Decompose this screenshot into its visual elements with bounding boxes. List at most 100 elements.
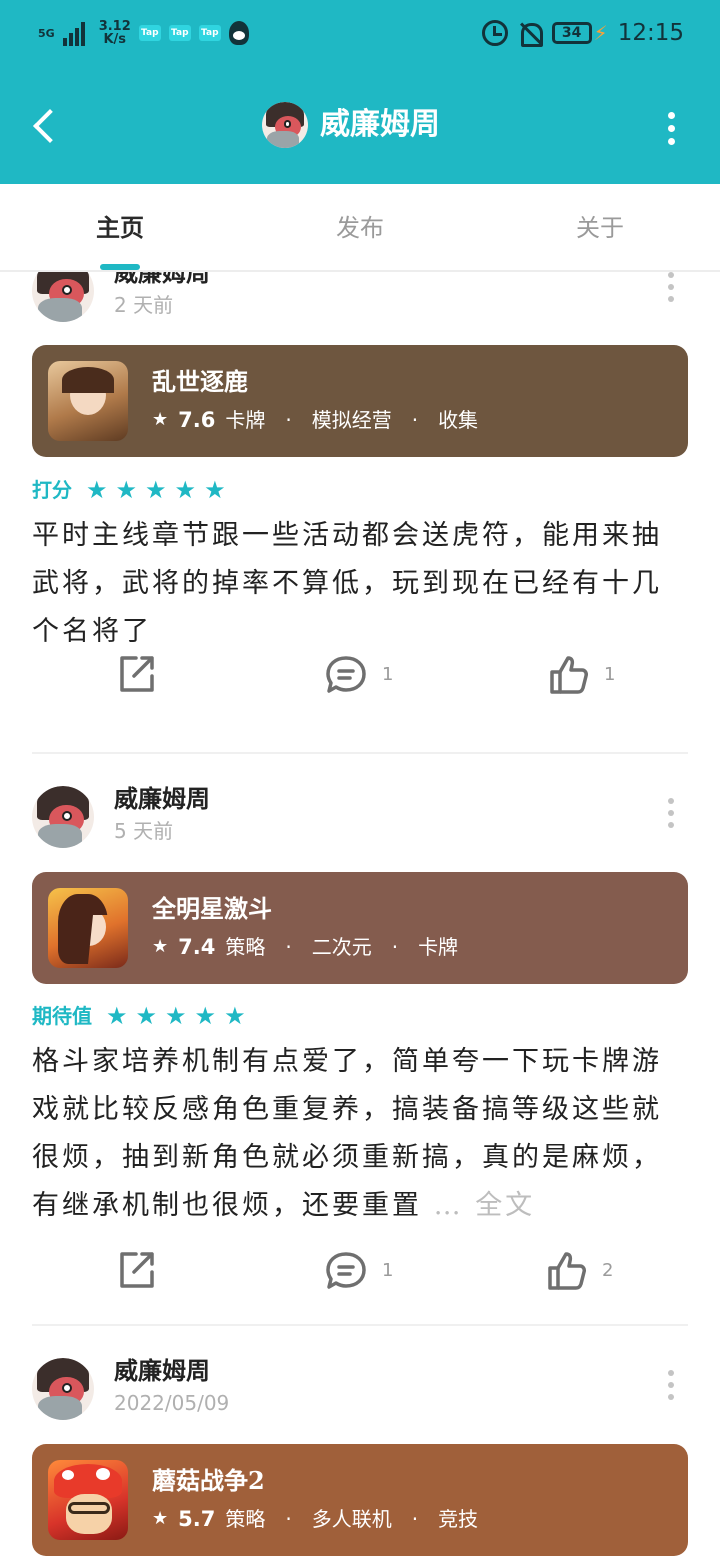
- author-name[interactable]: 威廉姆周: [114, 782, 210, 816]
- tap-notification-icon: Tap: [168, 25, 191, 41]
- charging-icon: ⚡: [593, 21, 608, 45]
- star-icon: ★: [152, 1508, 169, 1529]
- tab-posts[interactable]: 发布: [300, 210, 420, 246]
- review-post: 威廉姆周 5 天前 全明星激斗 ★ 7.4 策略 · 二次元 · 卡牌 期待值 …: [32, 776, 688, 1336]
- more-vertical-icon[interactable]: [666, 272, 676, 306]
- review-post: 威廉姆周 2 天前 乱世逐鹿 ★ 7.6 卡牌 · 模拟经营 · 收集 打分 ★: [32, 272, 688, 754]
- avatar[interactable]: [32, 786, 94, 848]
- game-tag: 卡牌: [225, 408, 266, 432]
- star-icon: ★: [145, 476, 167, 504]
- comment-count: 1: [382, 664, 394, 685]
- tag-separator: ·: [391, 935, 399, 959]
- game-tag: 策略: [225, 1507, 266, 1531]
- review-text[interactable]: 平时主线章节跟一些活动都会送虎符，能用来抽武将，武将的掉率不算低，玩到现在已经有…: [32, 512, 688, 656]
- rating-row: 打分 ★ ★ ★ ★ ★: [32, 476, 226, 504]
- post-time: 5 天前: [114, 819, 174, 843]
- game-meta: ★ 7.6 卡牌 · 模拟经营 · 收集: [152, 405, 478, 435]
- tab-home[interactable]: 主页: [60, 210, 180, 246]
- app-header-bar: 5G 3.12 K/s Tap Tap Tap 34 ⚡ 12:15 威廉姆周: [0, 0, 720, 184]
- feed-list[interactable]: 威廉姆周 2 天前 乱世逐鹿 ★ 7.6 卡牌 · 模拟经营 · 收集 打分 ★: [0, 272, 720, 1560]
- game-name: 蘑菇战争2: [152, 1466, 265, 1495]
- game-icon: [48, 1460, 128, 1540]
- share-button[interactable]: [116, 654, 156, 694]
- post-divider: [32, 1324, 688, 1326]
- game-score: 7.6: [178, 408, 216, 432]
- comment-button[interactable]: 1: [324, 1250, 393, 1292]
- share-icon: [120, 656, 154, 692]
- post-header: 威廉姆周 2022/05/09: [32, 1348, 688, 1428]
- like-count: 2: [602, 1260, 614, 1281]
- star-icon: ★: [194, 1002, 217, 1030]
- network-type: 5G: [38, 26, 55, 40]
- tab-about[interactable]: 关于: [540, 210, 660, 246]
- status-bar: 5G 3.12 K/s Tap Tap Tap 34 ⚡ 12:15: [0, 0, 720, 72]
- like-button[interactable]: 1: [548, 654, 615, 696]
- star-icon: ★: [174, 476, 197, 504]
- star-icon: ★: [152, 409, 169, 430]
- battery-icon: 34: [551, 22, 592, 44]
- post-divider: [32, 752, 688, 754]
- more-vertical-icon[interactable]: [666, 798, 676, 832]
- signal-icon: [62, 20, 91, 46]
- tag-separator: ·: [285, 935, 292, 959]
- ellipsis: …: [433, 1190, 464, 1221]
- share-button[interactable]: [116, 1250, 156, 1290]
- game-icon: [48, 888, 128, 968]
- review-text[interactable]: 格斗家培养机制有点爱了，简单夸一下玩卡牌游戏就比较反感角色重复养，搞装备搞等级这…: [32, 1038, 688, 1230]
- game-tag: 策略: [225, 935, 266, 959]
- post-time: 2 天前: [114, 293, 174, 317]
- post-header: 威廉姆周 2 天前: [32, 272, 688, 330]
- mute-bell-icon: [518, 21, 543, 47]
- tag-separator: ·: [411, 1507, 419, 1531]
- review-post: 威廉姆周 2022/05/09 蘑菇战争2 ★ 5.7 策略 · 多人联机 · …: [32, 1348, 688, 1560]
- star-icon: ★: [224, 1002, 246, 1030]
- rating-label: 期待值: [32, 1004, 92, 1028]
- more-vertical-icon[interactable]: [664, 112, 678, 148]
- tap-notification-icon: Tap: [198, 25, 221, 41]
- like-button[interactable]: 2: [546, 1250, 613, 1292]
- post-actions: 1 1: [32, 654, 688, 710]
- profile-header: 威廉姆周: [0, 72, 720, 184]
- game-meta: ★ 7.4 策略 · 二次元 · 卡牌: [152, 932, 458, 962]
- star-icon: ★: [204, 476, 226, 504]
- comment-icon: [326, 656, 366, 693]
- comment-count: 1: [382, 1260, 394, 1281]
- profile-tabs: 主页 发布 关于: [0, 184, 720, 272]
- game-icon: [48, 361, 128, 441]
- tap-notification-icon: Tap: [138, 25, 161, 41]
- status-left: 5G 3.12 K/s Tap Tap Tap: [38, 20, 249, 46]
- game-score: 5.7: [178, 1507, 216, 1531]
- review-text-body: 格斗家培养机制有点爱了，简单夸一下玩卡牌游戏就比较反感角色重复养，搞装备搞等级这…: [32, 1046, 662, 1221]
- game-tag: 竞技: [438, 1507, 479, 1531]
- author-name[interactable]: 威廉姆周: [114, 272, 210, 290]
- star-icon: ★: [86, 476, 108, 504]
- game-card[interactable]: 全明星激斗 ★ 7.4 策略 · 二次元 · 卡牌: [32, 872, 688, 984]
- post-time: 2022/05/09: [114, 1391, 230, 1415]
- rating-label: 打分: [32, 478, 72, 502]
- game-tag: 卡牌: [418, 935, 459, 959]
- game-card[interactable]: 蘑菇战争2 ★ 5.7 策略 · 多人联机 · 竞技: [32, 1444, 688, 1556]
- game-name: 全明星激斗: [152, 894, 272, 923]
- full-text-link[interactable]: 全文: [475, 1190, 535, 1221]
- comment-button[interactable]: 1: [324, 654, 393, 696]
- clock: 12:15: [617, 20, 684, 46]
- share-icon: [120, 1252, 154, 1288]
- rating-row: 期待值 ★ ★ ★ ★ ★: [32, 1002, 246, 1030]
- avatar[interactable]: [32, 1358, 94, 1420]
- tag-separator: ·: [411, 408, 419, 432]
- more-vertical-icon[interactable]: [666, 1370, 676, 1404]
- author-name[interactable]: 威廉姆周: [114, 1354, 210, 1388]
- game-tag: 二次元: [311, 935, 372, 959]
- back-arrow-icon[interactable]: [28, 106, 62, 146]
- post-actions: 1 2: [32, 1250, 688, 1306]
- thumbs-up-icon: [548, 1252, 586, 1290]
- star-icon: ★: [135, 1002, 158, 1030]
- game-score: 7.4: [178, 935, 216, 959]
- game-name: 乱世逐鹿: [152, 367, 248, 396]
- tag-separator: ·: [285, 408, 292, 432]
- avatar[interactable]: [32, 272, 94, 322]
- header-title-group: 威廉姆周: [262, 102, 440, 148]
- game-card[interactable]: 乱世逐鹿 ★ 7.6 卡牌 · 模拟经营 · 收集: [32, 345, 688, 457]
- avatar[interactable]: [262, 102, 308, 148]
- like-count: 1: [604, 664, 616, 685]
